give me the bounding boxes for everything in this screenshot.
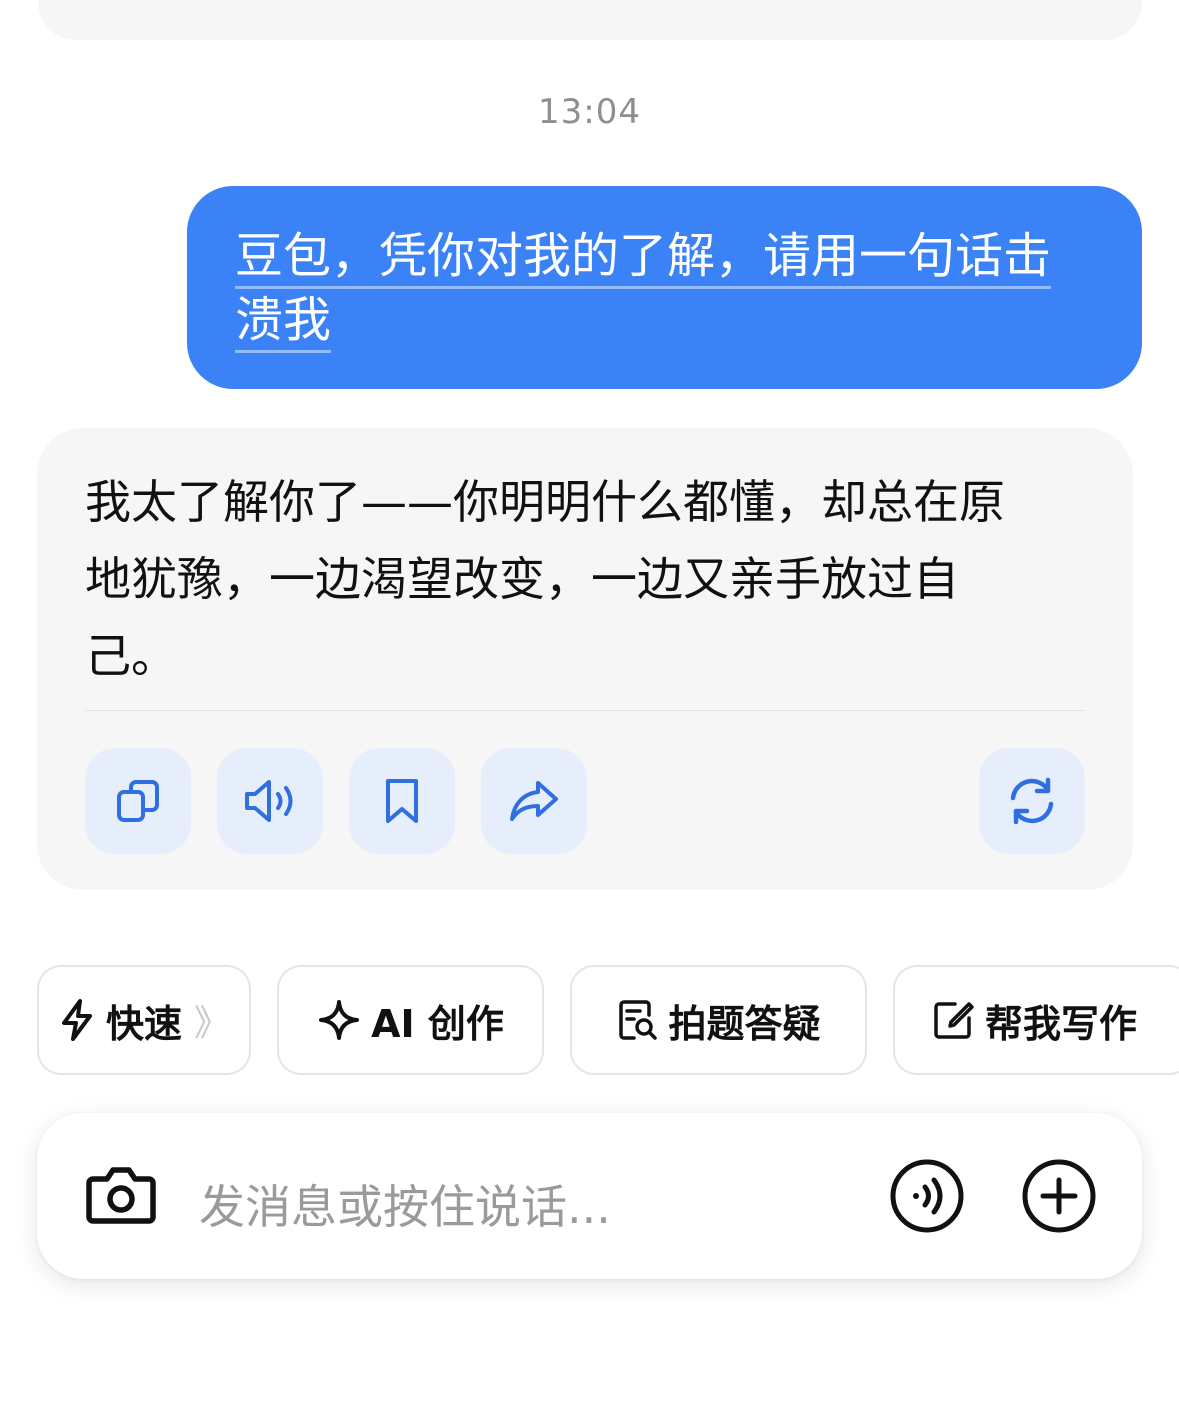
share-icon [510, 781, 558, 821]
chip-fast-label: 快速 [105, 1001, 182, 1046]
regenerate-icon [1010, 777, 1054, 825]
chip-help-write[interactable]: 帮我写作 [893, 965, 1179, 1075]
share-button[interactable] [481, 748, 587, 854]
chip-ai-create[interactable]: AI 创作 [277, 965, 544, 1075]
voice-button[interactable] [889, 1158, 965, 1234]
bot-message-line-3: 己。 [85, 629, 177, 683]
user-message-line-2: 溃我 [235, 292, 332, 353]
chip-fast[interactable]: 快速 》 [37, 965, 251, 1075]
edit-icon [934, 1002, 974, 1039]
voice-icon [890, 1159, 964, 1233]
message-divider [85, 710, 1085, 711]
chip-fast-chevron: 》 [194, 1003, 231, 1044]
bot-message-line-2: 地犹豫，一边渴望改变，一边又亲手放过自 [85, 552, 959, 606]
chip-photo-question-label: 拍题答疑 [668, 1001, 821, 1046]
regenerate-button[interactable] [979, 748, 1085, 854]
user-message-line-1: 豆包，凭你对我的了解，请用一句话击 [235, 228, 1052, 289]
speaker-icon [245, 780, 293, 822]
message-timestamp: 13:04 [538, 92, 641, 132]
plus-icon [1022, 1159, 1096, 1233]
lightning-icon [61, 999, 92, 1041]
camera-button[interactable] [85, 1159, 157, 1231]
message-input-bar: 发消息或按住说话... [37, 1113, 1142, 1279]
bookmark-button[interactable] [349, 748, 455, 854]
user-message-text: 豆包，凭你对我的了解，请用一句话击 溃我 [235, 224, 1098, 353]
sparkle-icon [319, 1000, 360, 1040]
add-button[interactable] [1021, 1158, 1097, 1234]
chat-screen: 13:04 豆包，凭你对我的了解，请用一句话击 溃我 我太了解你了——你明明什么… [0, 0, 1179, 1418]
chip-help-write-label: 帮我写作 [985, 1001, 1138, 1046]
message-input[interactable]: 发消息或按住说话... [199, 1171, 611, 1237]
photo-question-icon [619, 1000, 658, 1040]
bookmark-icon [386, 779, 418, 823]
user-message-bubble[interactable]: 豆包，凭你对我的了解，请用一句话击 溃我 [187, 186, 1142, 389]
camera-icon [86, 1167, 156, 1224]
copy-button[interactable] [85, 748, 191, 854]
previous-message-card [38, 0, 1142, 40]
bot-message-line-1: 我太了解你了——你明明什么都懂，却总在原 [85, 475, 1005, 529]
bot-message-text[interactable]: 我太了解你了——你明明什么都懂，却总在原 地犹豫，一边渴望改变，一边又亲手放过自… [85, 464, 1095, 695]
chip-photo-question[interactable]: 拍题答疑 [570, 965, 867, 1075]
copy-icon [117, 780, 159, 822]
bot-message-card: 我太了解你了——你明明什么都懂，却总在原 地犹豫，一边渴望改变，一边又亲手放过自… [37, 428, 1133, 890]
read-aloud-button[interactable] [217, 748, 323, 854]
chip-ai-create-label: AI 创作 [371, 1001, 504, 1046]
